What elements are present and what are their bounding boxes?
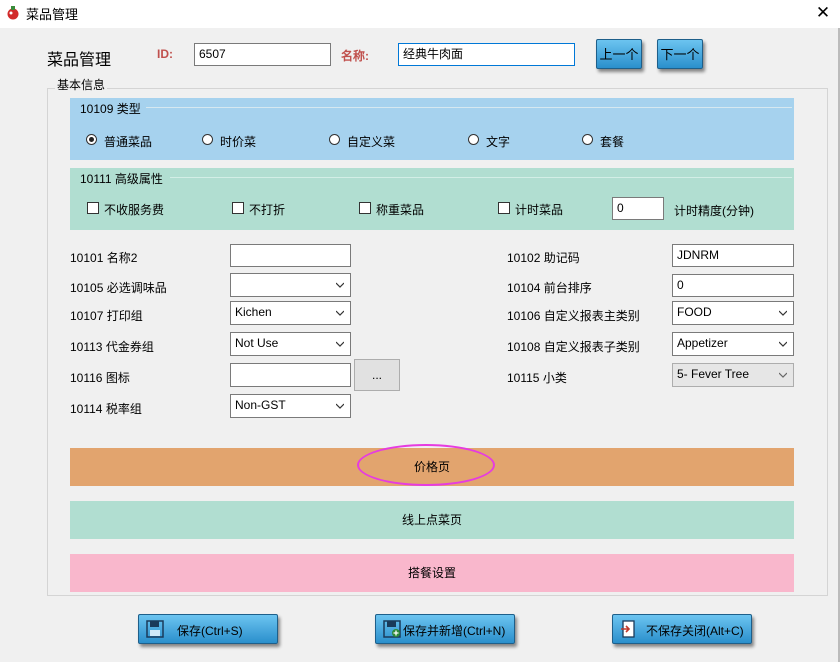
report-main-value: FOOD (677, 305, 712, 319)
voucher-group-label: 10113 代金券组 (70, 340, 154, 354)
front-sort-label: 10104 前台排序 (507, 281, 592, 295)
checkbox-no-service-fee-label: 不收服务费 (104, 203, 165, 217)
report-sub-value: Appetizer (677, 336, 728, 350)
advanced-panel: 10111 高级属性 不收服务费 不打折 称重菜品 计时菜品 0 计时精度(分钟… (70, 168, 794, 230)
combo-settings-button[interactable]: 搭餐设置 (70, 554, 794, 592)
name-label: 名称: (341, 49, 369, 63)
browse-icon-button[interactable]: ... (354, 359, 400, 391)
report-sub-label: 10108 自定义报表子类别 (507, 340, 640, 354)
tax-group-label: 10114 税率组 (70, 402, 142, 416)
advanced-panel-title: 10111 高级属性 (80, 172, 163, 186)
checkbox-weighed-label: 称重菜品 (376, 203, 425, 217)
prev-button[interactable]: 上一个 (596, 39, 642, 69)
highlight-annotation (357, 444, 495, 486)
radio-normal-indicator[interactable] (86, 134, 97, 145)
checkbox-weighed-box[interactable] (359, 202, 371, 214)
online-order-page-button[interactable]: 线上点菜页 (70, 501, 794, 539)
type-panel-title: 10109 类型 (80, 102, 141, 116)
radio-normal-label: 普通菜品 (104, 135, 153, 149)
app-icon (7, 6, 19, 20)
checkbox-no-service-fee-box[interactable] (87, 202, 99, 214)
chevron-down-icon[interactable] (779, 309, 787, 317)
save-and-new-label: 保存并新增(Ctrl+N) (403, 624, 506, 638)
print-group-value: Kichen (235, 305, 272, 319)
chevron-down-icon[interactable] (336, 309, 344, 317)
name2-input[interactable] (230, 244, 351, 267)
radio-custom-label: 自定义菜 (347, 135, 396, 149)
report-main-label: 10106 自定义报表主类别 (507, 309, 640, 323)
report-sub-select[interactable]: Appetizer (672, 332, 794, 356)
name-field[interactable]: 经典牛肉面 (398, 43, 575, 66)
save-icon (146, 620, 164, 638)
save-and-new-button[interactable]: 保存并新增(Ctrl+N) (375, 614, 515, 644)
timer-precision-input[interactable]: 0 (612, 197, 664, 220)
mnemonic-label: 10102 助记码 (507, 251, 580, 265)
panel-divider (146, 107, 792, 108)
id-label: ID: (157, 47, 173, 61)
panel-divider (170, 177, 792, 178)
radio-market-price-indicator[interactable] (202, 134, 213, 145)
radio-combo-label: 套餐 (600, 135, 625, 149)
title-bar (0, 0, 840, 28)
subcategory-label: 10115 小类 (507, 371, 567, 385)
chevron-down-icon[interactable] (779, 340, 787, 348)
window-title: 菜品管理 (26, 7, 79, 22)
combo-settings-label: 搭餐设置 (407, 566, 456, 580)
voucher-group-select[interactable]: Not Use (230, 332, 351, 356)
exit-door-icon (621, 620, 635, 638)
front-sort-input[interactable]: 0 (672, 274, 794, 297)
chevron-down-icon[interactable] (336, 340, 344, 348)
name2-label: 10101 名称2 (70, 251, 138, 265)
radio-text-label: 文字 (486, 135, 511, 149)
subcategory-select[interactable]: 5- Fever Tree (672, 363, 794, 387)
save-button[interactable]: 保存(Ctrl+S) (138, 614, 278, 644)
timer-precision-label: 计时精度(分钟) (674, 204, 754, 218)
page-title: 菜品管理 (47, 52, 112, 69)
voucher-group-value: Not Use (235, 336, 279, 350)
checkbox-timed-label: 计时菜品 (515, 203, 564, 217)
report-main-select[interactable]: FOOD (672, 301, 794, 325)
next-button[interactable]: 下一个 (657, 39, 703, 69)
subcategory-value: 5- Fever Tree (677, 367, 750, 381)
chevron-down-icon[interactable] (779, 371, 787, 379)
checkbox-timed-box[interactable] (498, 202, 510, 214)
id-field[interactable]: 6507 (194, 43, 331, 66)
online-order-page-label: 线上点菜页 (401, 513, 462, 527)
save-button-label: 保存(Ctrl+S) (177, 624, 243, 638)
tax-group-select[interactable]: Non-GST (230, 394, 351, 418)
checkbox-no-discount-box[interactable] (232, 202, 244, 214)
icon-path-input[interactable] (230, 363, 351, 387)
seasoning-label: 10105 必选调味品 (70, 281, 167, 295)
save-new-icon (383, 620, 401, 638)
mnemonic-input[interactable]: JDNRM (672, 244, 794, 267)
tax-group-value: Non-GST (235, 398, 286, 412)
close-without-save-label: 不保存关闭(Alt+C) (646, 624, 744, 638)
chevron-down-icon[interactable] (336, 281, 344, 289)
print-group-select[interactable]: Kichen (230, 301, 351, 325)
print-group-label: 10107 打印组 (70, 309, 143, 323)
close-without-save-button[interactable]: 不保存关闭(Alt+C) (612, 614, 752, 644)
basic-info-title: 基本信息 (55, 76, 108, 93)
radio-custom-indicator[interactable] (329, 134, 340, 145)
radio-market-price-label: 时价菜 (220, 135, 257, 149)
chevron-down-icon[interactable] (336, 402, 344, 410)
close-icon[interactable]: ✕ (808, 2, 838, 24)
radio-text-indicator[interactable] (468, 134, 479, 145)
checkbox-no-discount-label: 不打折 (249, 203, 286, 217)
radio-combo-indicator[interactable] (582, 134, 593, 145)
icon-label: 10116 图标 (70, 371, 130, 385)
seasoning-select[interactable] (230, 273, 351, 297)
type-panel: 10109 类型 普通菜品 时价菜 自定义菜 文字 套餐 (70, 98, 794, 160)
